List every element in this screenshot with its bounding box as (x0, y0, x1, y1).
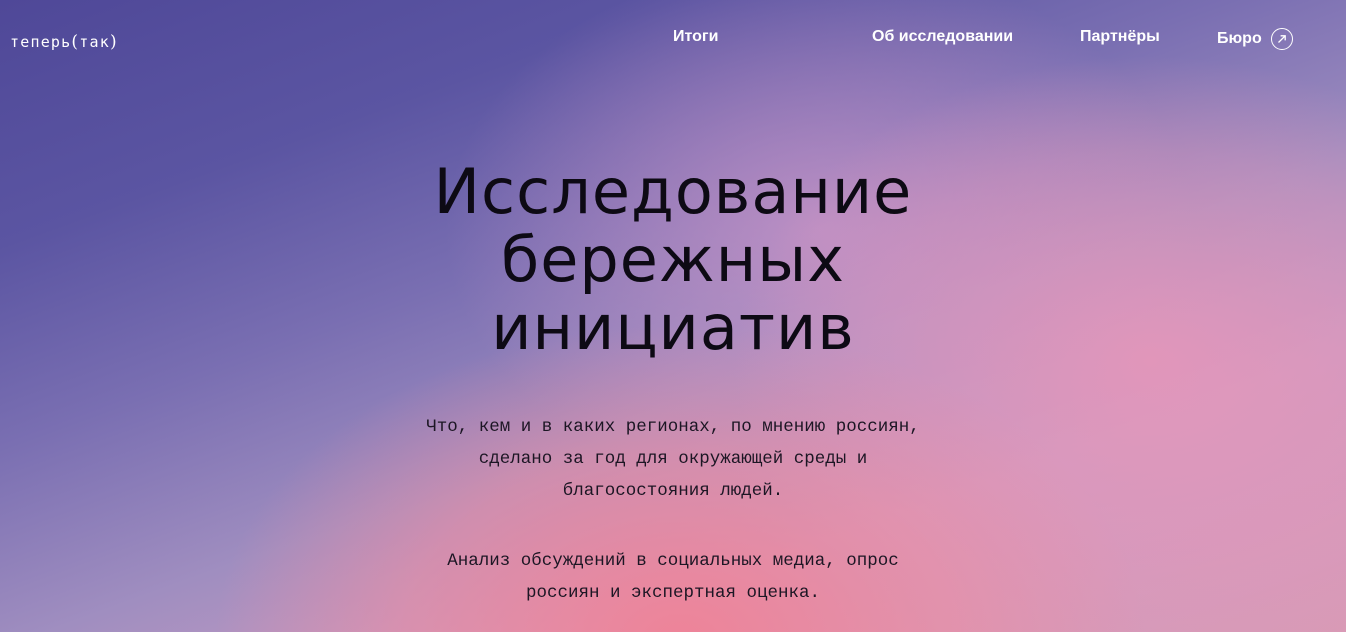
hero-description-line: Что, кем и в каких регионах, по мнению р… (426, 417, 920, 437)
hero-description-line: сделано за год для окружающей среды и (478, 449, 868, 469)
hero-title-line: бережных (501, 223, 845, 296)
logo-word-1: теперь (10, 33, 72, 51)
nav-link-partners[interactable]: Партнёры (1080, 28, 1160, 46)
hero-method-line: россиян и экспертная оценка. (525, 583, 821, 603)
hero-method: Анализ обсуждений в социальных медиа, оп… (0, 545, 1346, 609)
site-header: теперь(так) Итоги Об исследовании Партнё… (0, 0, 1346, 80)
hero-method-line: Анализ обсуждений в социальных медиа, оп… (447, 551, 899, 571)
nav-link-about[interactable]: Об исследовании (872, 28, 1013, 46)
site-logo[interactable]: теперь(так) (10, 32, 118, 52)
logo-word-2: так (79, 33, 110, 51)
hero-title: Исследование бережных инициатив (0, 158, 1346, 362)
nav-link-buro[interactable]: Бюро (1217, 28, 1293, 50)
external-link-arrow-icon (1270, 28, 1293, 50)
hero-description: Что, кем и в каких регионах, по мнению р… (0, 411, 1346, 507)
hero-title-line: Исследование (433, 155, 913, 228)
logo-close-bracket: ) (109, 32, 118, 52)
hero-description-line: благосостояния людей. (562, 481, 784, 501)
nav-link-itogi[interactable]: Итоги (673, 28, 718, 46)
nav-link-buro-label: Бюро (1217, 30, 1262, 47)
hero-title-line: инициатив (491, 291, 855, 364)
